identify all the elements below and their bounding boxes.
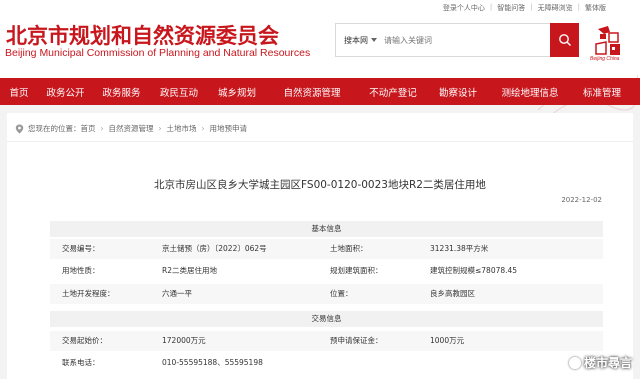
top-utility-links: 登录个人中心 | 智能问答 | 无障碍浏览 | 繁体版 bbox=[443, 3, 606, 13]
nav-item-gov-affairs[interactable]: 政务公开 bbox=[38, 85, 93, 99]
breadcrumb-separator-icon: › bbox=[201, 124, 205, 133]
field-value: 1000万元 bbox=[430, 336, 465, 345]
field-value: R2二类居住用地 bbox=[162, 266, 217, 275]
watermark-text: 楼市尋言 bbox=[583, 356, 632, 370]
nav-item-resources[interactable]: 自然资源管理 bbox=[266, 85, 358, 99]
breadcrumb-home[interactable]: 首页 bbox=[81, 123, 96, 134]
field-label: 土地开发程度： bbox=[62, 289, 115, 298]
site-logo-subtitle: Beijing Municipal Commission of Planning… bbox=[5, 47, 311, 59]
toplink-login[interactable]: 登录个人中心 bbox=[443, 3, 485, 13]
document-date: 2022-12-02 bbox=[561, 196, 602, 204]
toplink-accessibility[interactable]: 无障碍浏览 bbox=[538, 3, 573, 13]
nav-item-urban-planning[interactable]: 城乡规划 bbox=[208, 85, 266, 99]
nav-item-gov-services[interactable]: 政务服务 bbox=[93, 85, 150, 99]
field-label: 交易编号： bbox=[62, 244, 100, 253]
background-decoration bbox=[538, 74, 638, 119]
breadcrumb-separator-icon: › bbox=[158, 124, 162, 133]
content-card: 您现在的位置： 首页 › 自然资源管理 › 土地市场 › 用地预申请 北京市房山… bbox=[7, 113, 633, 379]
table-row: 用地性质： R2二类居住用地 规划建筑面积： 建筑控制规模≤78078.45 bbox=[50, 261, 603, 281]
field-label: 联系电话： bbox=[62, 358, 100, 367]
field-label bbox=[318, 353, 418, 373]
nav-item-interaction[interactable]: 政民互动 bbox=[150, 85, 208, 99]
table-row: 联系电话： 010-55595188、55595198 bbox=[50, 353, 603, 373]
breadcrumb-land-market[interactable]: 土地市场 bbox=[167, 123, 197, 134]
table-row: 交易起始价： 172000万元 预申请保证金： 1000万元 bbox=[50, 331, 603, 351]
breadcrumb-current[interactable]: 用地预申请 bbox=[210, 123, 248, 134]
field-label: 位置： bbox=[330, 289, 353, 298]
watermark: 楼市尋言 bbox=[568, 354, 632, 371]
breadcrumb-prefix: 您现在的位置： bbox=[28, 124, 81, 133]
nav-item-survey-design[interactable]: 勘察设计 bbox=[428, 85, 488, 99]
search-scope-label: 搜本网 bbox=[344, 35, 368, 45]
table-row: 交易编号： 京土储预（房）〔2022〕062号 土地面积： 31231.38平方… bbox=[50, 239, 603, 259]
toplink-traditional[interactable]: 繁体版 bbox=[585, 3, 606, 13]
divider: | bbox=[530, 3, 533, 11]
field-label: 规划建筑面积： bbox=[330, 266, 383, 275]
document-title: 北京市房山区良乡大学城主园区FS00-0120-0023地块R2二类居住用地 bbox=[154, 179, 486, 191]
section-trade-info: 交易信息 bbox=[50, 311, 603, 327]
breadcrumb-separator-icon: › bbox=[100, 124, 104, 133]
field-value: 172000万元 bbox=[162, 336, 206, 345]
nav-item-real-estate[interactable]: 不动产登记 bbox=[358, 85, 428, 99]
breadcrumb-resources[interactable]: 自然资源管理 bbox=[109, 123, 154, 134]
nav-item-home[interactable]: 首页 bbox=[0, 85, 38, 99]
field-value: 京土储预（房）〔2022〕062号 bbox=[162, 244, 267, 253]
field-label: 交易起始价： bbox=[62, 336, 107, 345]
divider: | bbox=[489, 3, 493, 11]
chevron-down-icon bbox=[371, 38, 377, 42]
field-value: 建筑控制规模≤78078.45 bbox=[430, 266, 518, 275]
search-scope-select[interactable]: 搜本网 bbox=[336, 35, 384, 46]
field-value: 六通一平 bbox=[162, 289, 192, 298]
toplink-qa[interactable]: 智能问答 bbox=[497, 3, 525, 13]
search-button[interactable] bbox=[550, 23, 579, 57]
field-label: 土地面积： bbox=[330, 244, 368, 253]
section-basic-info: 基本信息 bbox=[50, 221, 603, 237]
beijing-emblem-icon bbox=[595, 26, 620, 55]
search-icon bbox=[558, 34, 571, 46]
watermark-logo-icon bbox=[568, 356, 581, 369]
location-pin-icon bbox=[15, 124, 24, 133]
site-logo-title[interactable]: 北京市规划和自然资源委员会 bbox=[6, 20, 279, 50]
field-label: 用地性质： bbox=[62, 266, 100, 275]
divider: | bbox=[577, 3, 580, 11]
field-value: 31231.38平方米 bbox=[430, 244, 489, 253]
table-row: 土地开发程度： 六通一平 位置： 良乡高教园区 bbox=[50, 284, 603, 304]
field-value: 良乡高教园区 bbox=[430, 289, 475, 298]
search-input[interactable] bbox=[384, 35, 524, 45]
field-value: 010-55595188、55595198 bbox=[162, 358, 263, 367]
search-box: 搜本网 bbox=[335, 23, 578, 57]
divider bbox=[7, 141, 633, 142]
breadcrumb: 您现在的位置： 首页 › 自然资源管理 › 土地市场 › 用地预申请 bbox=[15, 123, 247, 134]
field-label: 预申请保证金： bbox=[330, 336, 383, 345]
